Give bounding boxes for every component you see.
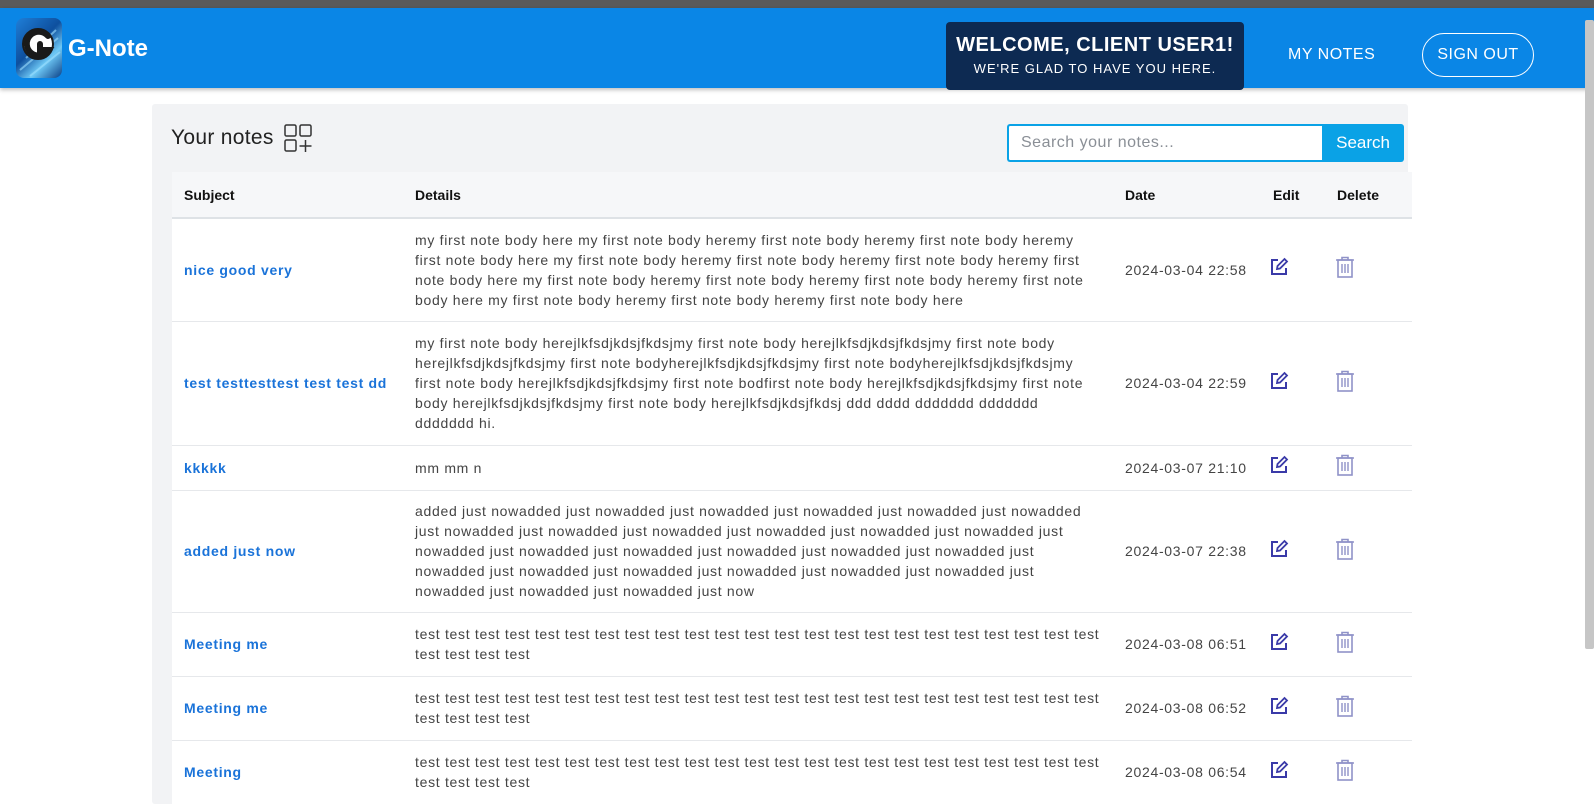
table-row: Meeting me test test test test test test… — [172, 675, 1412, 740]
trash-icon[interactable] — [1335, 256, 1355, 279]
navbar: G-Note WELCOME, CLIENT USER1! WE'RE GLAD… — [0, 8, 1594, 90]
note-date: 2024-03-08 06:54 — [1113, 739, 1261, 804]
table-row: Meeting test test test test test test te… — [172, 739, 1412, 804]
vertical-scrollbar[interactable] — [1585, 20, 1594, 649]
notes-table: Subject Details Date Edit Delete nice go… — [172, 172, 1412, 804]
search-button[interactable]: Search — [1322, 124, 1404, 162]
note-details: test test test test test test test test … — [403, 675, 1113, 740]
edit-icon[interactable] — [1269, 760, 1289, 780]
delete-cell — [1325, 217, 1412, 321]
note-subject-link[interactable]: kkkkk — [172, 444, 403, 490]
add-note-grid-icon[interactable] — [284, 124, 314, 154]
delete-cell — [1325, 611, 1412, 676]
column-header-delete: Delete — [1337, 186, 1380, 203]
trash-icon[interactable] — [1335, 759, 1355, 781]
note-subject-link[interactable]: Meeting me — [172, 611, 403, 676]
note-subject-link[interactable]: test testtesttest test test dd — [172, 320, 403, 445]
note-subject-link[interactable]: nice good very — [172, 217, 403, 321]
delete-cell — [1325, 444, 1412, 490]
edit-cell — [1261, 217, 1325, 321]
edit-icon[interactable] — [1269, 455, 1289, 475]
table-header-row: Subject Details Date Edit Delete — [172, 172, 1412, 218]
welcome-subtitle: WE'RE GLAD TO HAVE YOU HERE. — [973, 61, 1217, 76]
trash-icon[interactable] — [1335, 454, 1355, 476]
note-date: 2024-03-07 22:38 — [1113, 489, 1261, 612]
trash-icon[interactable] — [1335, 370, 1355, 392]
edit-icon[interactable] — [1269, 632, 1289, 652]
welcome-banner: WELCOME, CLIENT USER1! WE'RE GLAD TO HAV… — [946, 22, 1244, 90]
edit-cell — [1261, 489, 1325, 612]
delete-cell — [1325, 739, 1412, 804]
delete-cell — [1325, 675, 1412, 740]
edit-cell — [1261, 611, 1325, 676]
search-input[interactable] — [1007, 124, 1323, 162]
note-date: 2024-03-07 21:10 — [1113, 444, 1261, 490]
table-row: Meeting me test test test test test test… — [172, 611, 1412, 676]
note-details: test test test test test test test test … — [403, 739, 1113, 804]
edit-icon[interactable] — [1269, 539, 1289, 559]
note-date: 2024-03-08 06:51 — [1113, 611, 1261, 676]
page-title: Your notes — [171, 126, 274, 149]
trash-icon[interactable] — [1335, 695, 1355, 717]
note-details: added just nowadded just nowadded just n… — [403, 489, 1113, 612]
note-subject-link[interactable]: Meeting — [172, 739, 403, 804]
welcome-title: WELCOME, CLIENT USER1! — [956, 34, 1234, 56]
brand-title[interactable]: G-Note — [68, 35, 148, 63]
delete-cell — [1325, 489, 1412, 612]
column-header-subject: Subject — [184, 186, 235, 203]
trash-icon[interactable] — [1335, 538, 1355, 560]
edit-icon[interactable] — [1269, 696, 1289, 716]
column-header-edit: Edit — [1273, 186, 1300, 203]
notes-panel: Your notes Search Subject Details Date — [152, 104, 1412, 804]
table-row: added just now added just nowadded just … — [172, 489, 1412, 612]
trash-icon[interactable] — [1335, 631, 1355, 653]
table-row: kkkkk mm mm n 2024-03-07 21:10 — [172, 444, 1412, 490]
table-row: nice good very my first note body here m… — [172, 217, 1412, 321]
edit-cell — [1261, 444, 1325, 490]
nav-my-notes-link[interactable]: MY NOTES — [1288, 46, 1375, 64]
edit-icon[interactable] — [1269, 371, 1289, 391]
note-subject-link[interactable]: added just now — [172, 489, 403, 612]
note-date: 2024-03-04 22:59 — [1113, 320, 1261, 445]
note-details: test test test test test test test test … — [403, 611, 1113, 676]
note-details: mm mm n — [403, 444, 1113, 490]
column-header-date: Date — [1125, 186, 1156, 203]
note-date: 2024-03-04 22:58 — [1113, 217, 1261, 321]
column-header-details: Details — [415, 186, 461, 203]
table-row: test testtesttest test test dd my first … — [172, 320, 1412, 445]
sign-out-button[interactable]: SIGN OUT — [1422, 33, 1534, 77]
note-subject-link[interactable]: Meeting me — [172, 675, 403, 740]
delete-cell — [1325, 320, 1412, 445]
edit-icon[interactable] — [1269, 257, 1289, 277]
note-date: 2024-03-08 06:52 — [1113, 675, 1261, 740]
edit-cell — [1261, 675, 1325, 740]
edit-cell — [1261, 739, 1325, 804]
edit-cell — [1261, 320, 1325, 445]
note-details: my first note body herejlkfsdjkdsjfkdsjm… — [403, 320, 1113, 445]
browser-top-strip — [0, 0, 1594, 8]
note-details: my first note body here my first note bo… — [403, 217, 1113, 321]
g-note-logo[interactable] — [16, 18, 62, 78]
search-box: Search — [1007, 124, 1404, 162]
